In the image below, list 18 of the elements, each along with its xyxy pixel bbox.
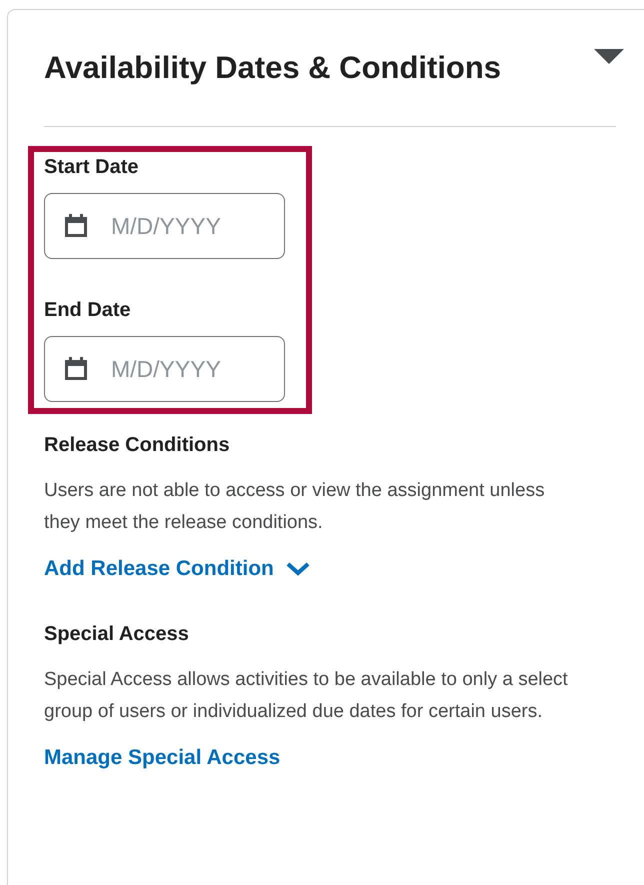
calendar-icon <box>63 213 89 239</box>
panel-title: Availability Dates & Conditions <box>44 50 502 86</box>
field-label: Start Date <box>44 156 140 179</box>
date-input[interactable]: M/D/YYYY <box>109 212 273 240</box>
triangle-icon <box>594 49 624 67</box>
collapse-toggle[interactable] <box>594 49 624 67</box>
section-heading: Special Access <box>44 623 190 646</box>
date-field[interactable]: M/D/YYYY <box>44 336 285 402</box>
date-input[interactable]: M/D/YYYY <box>109 354 273 384</box>
section-heading: Release Conditions <box>44 434 231 457</box>
section-link[interactable]: Manage Special Access <box>44 746 280 770</box>
date-field[interactable]: M/D/YYYY <box>44 193 285 259</box>
calendar-icon <box>63 356 89 382</box>
section-link[interactable]: Add Release Condition <box>44 557 310 581</box>
chevron-down-icon <box>286 561 310 577</box>
field-label: End Date <box>44 299 132 322</box>
section-description: Users are not able to access or view the assignment unless they meet the release conditions. <box>44 479 546 535</box>
section-description: Special Access allows activities to be available to only a select group of users or individualized due dates for certain users. <box>44 668 569 724</box>
